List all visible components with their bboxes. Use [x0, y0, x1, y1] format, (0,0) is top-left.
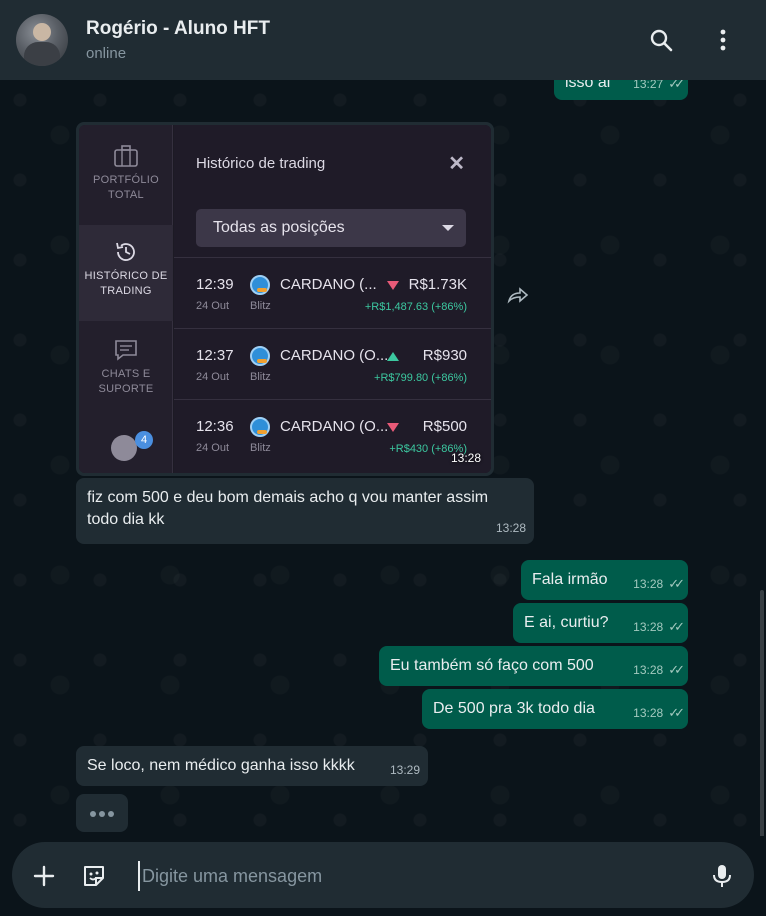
message-bubble-incoming[interactable]: fiz com 500 e deu bom demais acho q vou …	[76, 478, 534, 544]
plus-icon[interactable]	[30, 862, 58, 890]
chat-header: Rogério - Aluno HFT online	[0, 0, 766, 80]
trade-type: Blitz	[250, 371, 271, 383]
medal-icon	[111, 435, 137, 461]
message-text: E ai, curtiu?	[524, 614, 609, 631]
message-time: 13:28	[633, 706, 664, 720]
contact-status: online	[86, 45, 127, 62]
message-bubble-incoming[interactable]: Se loco, nem médico ganha isso kkkk 13:2…	[76, 746, 428, 786]
trade-amount: R$500	[422, 418, 467, 435]
cardano-coin-icon	[250, 417, 270, 437]
composer-bar	[0, 836, 766, 916]
message-text: fiz com 500 e deu bom demais acho q vou …	[87, 489, 489, 528]
trade-row: 12:39 24 Out CARDANO (... Blitz R$1.73K …	[174, 257, 491, 327]
microphone-icon[interactable]	[708, 862, 736, 890]
arrow-down-icon	[387, 423, 399, 432]
message-time: 13:29	[389, 763, 420, 777]
trade-profit: +R$1,487.63 (+86%)	[364, 301, 467, 313]
search-icon[interactable]	[647, 26, 675, 54]
message-bubble-outgoing[interactable]: Eu também só faço com 500 13:28 ✓✓	[379, 646, 688, 686]
arrow-up-icon	[387, 352, 399, 361]
trade-time: 12:39	[196, 276, 234, 293]
sidebar-item-label: CHATS E SUPORTE	[98, 368, 154, 395]
message-time: 13:28	[495, 521, 526, 535]
sidebar-item-chats: CHATS E SUPORTE	[79, 337, 173, 417]
trade-date: 24 Out	[196, 371, 230, 383]
scrollbar[interactable]	[760, 590, 764, 836]
arrow-down-icon	[387, 281, 399, 290]
trade-time: 12:36	[196, 418, 234, 435]
image-message[interactable]: PORTFÓLIO TOTAL HISTÓRICO DE TRADING CHA…	[76, 122, 494, 476]
double-check-icon: ✓✓	[668, 619, 685, 634]
trade-asset: CARDANO (O...	[280, 418, 389, 435]
chat-icon	[115, 340, 137, 361]
trade-amount: R$930	[422, 347, 467, 364]
message-bubble-outgoing[interactable]: Fala irmão 13:28 ✓✓	[521, 560, 688, 600]
trade-row: 12:37 24 Out CARDANO (O... Blitz R$930 +…	[174, 328, 491, 398]
composer-pill	[12, 842, 754, 908]
sidebar-item-label: HISTÓRICO DE TRADING	[84, 270, 168, 297]
screenshot-sidebar: PORTFÓLIO TOTAL HISTÓRICO DE TRADING CHA…	[79, 125, 173, 473]
message-input[interactable]	[138, 861, 698, 891]
chevron-down-icon	[442, 225, 454, 231]
sticker-icon[interactable]	[80, 862, 108, 890]
sidebar-item-portfolio: PORTFÓLIO TOTAL	[79, 143, 173, 223]
positions-filter: Todas as posições	[196, 209, 466, 247]
contact-name[interactable]: Rogério - Aluno HFT	[86, 18, 270, 40]
sidebar-item-history: HISTÓRICO DE TRADING	[79, 225, 173, 321]
cardano-coin-icon	[250, 275, 270, 295]
double-check-icon: ✓✓	[668, 705, 685, 720]
panel-title: Histórico de trading	[196, 155, 326, 172]
trade-time: 12:37	[196, 347, 234, 364]
message-time: 13:28	[633, 620, 664, 634]
trade-profit: +R$799.80 (+86%)	[374, 372, 467, 384]
double-check-icon: ✓✓	[668, 80, 685, 91]
message-time: 13:28	[633, 577, 664, 591]
message-time: 13:27	[633, 80, 664, 91]
notification-badge: 4	[135, 431, 153, 449]
chat-area[interactable]: isso ai 13:27 ✓✓ PORTFÓLIO TOTAL HISTÓRIC…	[0, 80, 766, 836]
message-text: Eu também só faço com 500	[390, 657, 594, 674]
message-text: Fala irmão	[532, 571, 608, 588]
trade-asset: CARDANO (O...	[280, 347, 389, 364]
sidebar-item-label: PORTFÓLIO TOTAL	[92, 174, 160, 201]
message-time: 13:28	[450, 451, 481, 465]
menu-icon[interactable]	[709, 26, 737, 54]
trade-type: Blitz	[250, 300, 271, 312]
double-check-icon: ✓✓	[668, 662, 685, 677]
briefcase-icon	[114, 145, 138, 167]
message-text: isso ai	[565, 80, 611, 91]
avatar[interactable]	[16, 14, 68, 66]
message-bubble-outgoing[interactable]: De 500 pra 3k todo dia 13:28 ✓✓	[422, 689, 688, 729]
forward-icon[interactable]	[506, 286, 532, 306]
typing-indicator	[76, 794, 128, 832]
trade-asset: CARDANO (...	[280, 276, 377, 293]
message-bubble-outgoing[interactable]: isso ai 13:27 ✓✓	[554, 80, 688, 100]
message-text: De 500 pra 3k todo dia	[433, 700, 595, 717]
trading-screenshot[interactable]: PORTFÓLIO TOTAL HISTÓRICO DE TRADING CHA…	[79, 125, 491, 473]
message-text: Se loco, nem médico ganha isso kkkk	[87, 757, 355, 774]
close-icon: ✕	[448, 153, 465, 175]
message-bubble-outgoing[interactable]: E ai, curtiu? 13:28 ✓✓	[513, 603, 688, 643]
screenshot-panel: Histórico de trading ✕ Todas as posições…	[174, 125, 491, 473]
double-check-icon: ✓✓	[668, 576, 685, 591]
history-icon	[116, 242, 135, 261]
trade-date: 24 Out	[196, 300, 230, 312]
trade-type: Blitz	[250, 442, 271, 454]
trade-row: 12:36 24 Out CARDANO (O... Blitz R$500 +…	[174, 399, 491, 469]
message-time: 13:28	[633, 663, 664, 677]
filter-value: Todas as posições	[213, 219, 345, 236]
trade-amount: R$1.73K	[408, 276, 467, 293]
trade-date: 24 Out	[196, 442, 230, 454]
cardano-coin-icon	[250, 346, 270, 366]
